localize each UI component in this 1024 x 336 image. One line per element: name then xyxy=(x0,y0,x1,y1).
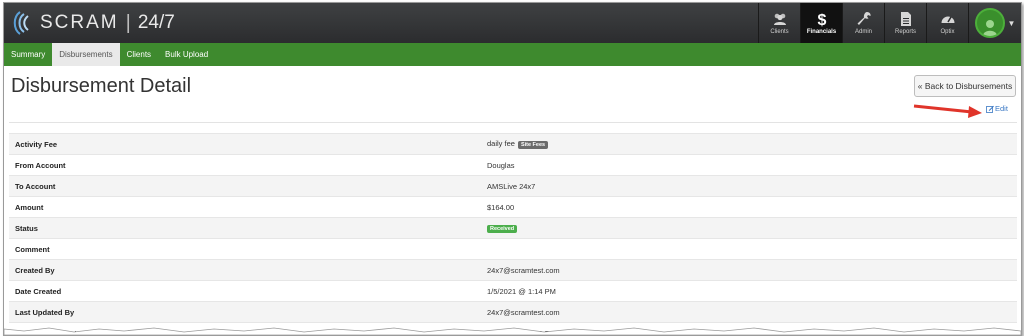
row-value: Received xyxy=(481,217,1017,239)
user-menu[interactable]: ▼ xyxy=(968,3,1021,43)
nav-admin[interactable]: Admin xyxy=(842,3,884,43)
edit-label: Edit xyxy=(995,104,1008,113)
table-row: Date Created 1/5/2021 @ 1:14 PM xyxy=(9,280,1017,302)
row-value xyxy=(481,238,1017,260)
table-row: Amount $164.00 xyxy=(9,196,1017,218)
svg-text:$: $ xyxy=(817,12,826,27)
users-icon xyxy=(773,13,786,25)
user-silhouette-icon xyxy=(982,20,997,36)
row-value: $164.00 xyxy=(481,196,1017,218)
dashboard-gauge-icon xyxy=(941,16,954,23)
top-navbar: SCRAM | 24/7 Clients $ Financials Admin … xyxy=(4,3,1021,43)
activity-fee-value: daily fee xyxy=(487,139,515,149)
table-row: Comment xyxy=(9,238,1017,260)
main-nav: Clients $ Financials Admin Reports Optix… xyxy=(758,3,1021,43)
row-label: Comment xyxy=(9,238,481,260)
disbursement-detail-table: Activity Fee daily fee Site Fees From Acc… xyxy=(9,133,1017,335)
chevron-down-icon: ▼ xyxy=(1007,18,1016,28)
tab-disbursements[interactable]: Disbursements xyxy=(52,43,120,66)
scram-logo[interactable]: SCRAM | 24/7 xyxy=(10,9,175,37)
avatar xyxy=(974,8,1005,38)
tab-bulk-upload[interactable]: Bulk Upload xyxy=(158,43,215,66)
row-label: From Account xyxy=(9,154,481,176)
row-value: AMSLive 24x7 xyxy=(481,175,1017,197)
table-row: Last Updated By 24x7@scramtest.com xyxy=(9,301,1017,323)
nav-clients-label: Clients xyxy=(770,29,789,35)
dollar-icon: $ xyxy=(817,12,826,27)
nav-financials[interactable]: $ Financials xyxy=(800,3,842,43)
row-label: To Account xyxy=(9,175,481,197)
nav-optix-label: Optix xyxy=(940,29,955,35)
brand-suffix: 24/7 xyxy=(137,12,175,33)
edit-icon xyxy=(986,105,994,113)
row-value: 24x7@scramtest.com xyxy=(481,301,1017,323)
row-value: 24x7@scramtest.com xyxy=(481,259,1017,281)
row-label: Created By xyxy=(9,259,481,281)
nav-clients[interactable]: Clients xyxy=(758,3,800,43)
page-title: Disbursement Detail xyxy=(11,75,192,97)
report-icon xyxy=(900,12,911,26)
brand-separator: | xyxy=(125,11,131,34)
torn-edge xyxy=(4,327,1021,335)
tab-clients[interactable]: Clients xyxy=(120,43,158,66)
nav-financials-label: Financials xyxy=(806,29,837,35)
table-row: Created By 24x7@scramtest.com xyxy=(9,259,1017,281)
nav-optix[interactable]: Optix xyxy=(926,3,968,43)
edit-link[interactable]: Edit xyxy=(986,104,1008,113)
table-row: Activity Fee daily fee Site Fees xyxy=(9,133,1017,155)
scram-logo-icon xyxy=(13,11,29,35)
row-value: Douglas xyxy=(481,154,1017,176)
site-fees-badge: Site Fees xyxy=(517,140,549,149)
row-label: Activity Fee xyxy=(9,133,481,155)
row-value: 1/5/2021 @ 1:14 PM xyxy=(481,280,1017,302)
row-label: Last Updated By xyxy=(9,301,481,323)
sub-nav: Summary Disbursements Clients Bulk Uploa… xyxy=(4,43,1021,66)
table-row: From Account Douglas xyxy=(9,154,1017,176)
row-label: Date Created xyxy=(9,280,481,302)
nav-reports[interactable]: Reports xyxy=(884,3,926,43)
wrench-icon xyxy=(857,12,871,25)
back-to-disbursements-button[interactable]: « Back to Disbursements xyxy=(914,75,1016,97)
nav-reports-label: Reports xyxy=(894,29,916,35)
status-badge: Received xyxy=(487,224,518,233)
row-label: Amount xyxy=(9,196,481,218)
nav-admin-label: Admin xyxy=(854,29,872,35)
row-value: daily fee Site Fees xyxy=(481,133,1017,155)
divider xyxy=(9,122,1017,123)
annotation-arrow xyxy=(913,104,982,118)
app-window: SCRAM | 24/7 Clients $ Financials Admin … xyxy=(3,2,1022,336)
row-label: Status xyxy=(9,217,481,239)
table-row: To Account AMSLive 24x7 xyxy=(9,175,1017,197)
table-row: Status Received xyxy=(9,217,1017,239)
brand-name: SCRAM xyxy=(40,12,119,33)
tab-summary[interactable]: Summary xyxy=(4,43,52,66)
